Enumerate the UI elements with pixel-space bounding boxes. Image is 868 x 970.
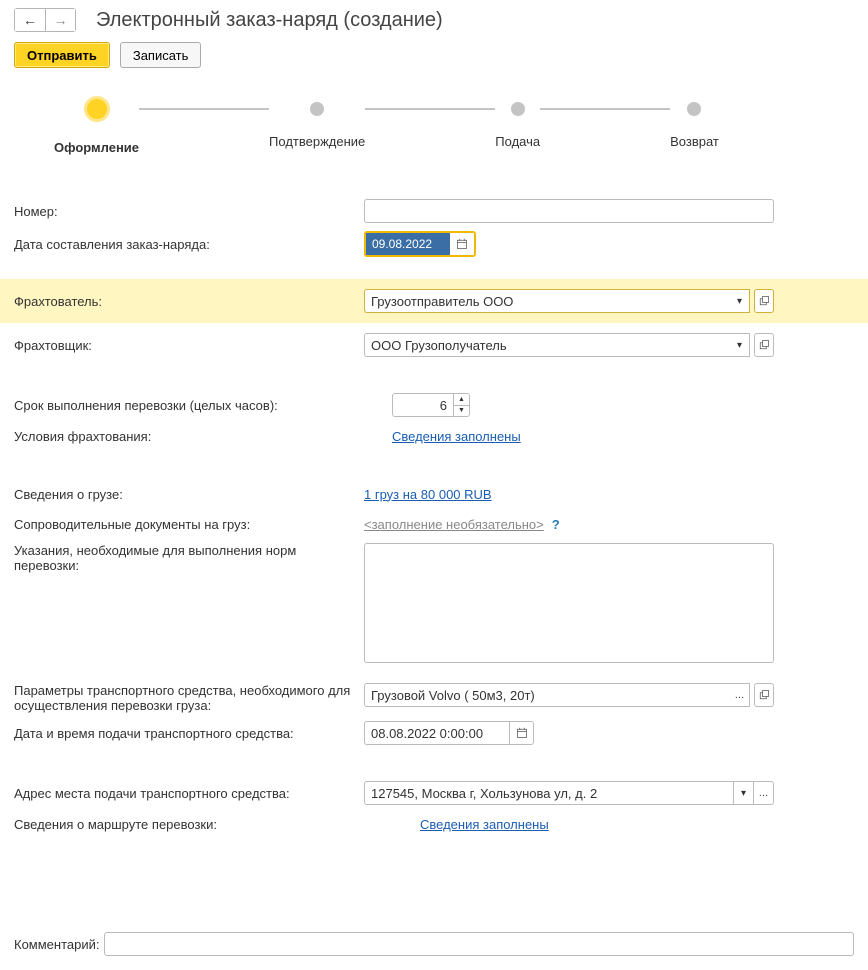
step-label: Оформление — [54, 140, 139, 155]
nav-back-button[interactable]: ← — [15, 9, 45, 31]
nav-history-buttons: ← → — [14, 8, 76, 32]
calendar-icon[interactable] — [509, 722, 533, 744]
comment-label: Комментарий: — [14, 937, 104, 952]
open-icon[interactable] — [754, 683, 774, 707]
step-confirmation: Подтверждение — [269, 102, 365, 149]
step-dot-icon — [511, 102, 525, 116]
carrier-input[interactable]: ООО Грузополучатель — [364, 333, 730, 357]
vehicle-input[interactable]: Грузовой Volvo ( 50м3, 20т) — [364, 683, 730, 707]
dropdown-icon[interactable]: ▾ — [730, 333, 750, 357]
step-label: Подтверждение — [269, 134, 365, 149]
instructions-textarea[interactable] — [364, 543, 774, 663]
step-line — [139, 108, 269, 110]
spinner-down-icon[interactable]: ▼ — [454, 405, 469, 417]
open-icon[interactable] — [754, 333, 774, 357]
nav-forward-button[interactable]: → — [45, 9, 75, 31]
conditions-link[interactable]: Сведения заполнены — [392, 429, 521, 444]
carrier-label: Фрахтовщик: — [14, 338, 364, 353]
supply-dt-label: Дата и время подачи транспортного средст… — [14, 726, 364, 741]
comment-input[interactable] — [104, 932, 854, 956]
date-label: Дата составления заказ-наряда: — [14, 237, 364, 252]
dropdown-icon[interactable]: ▾ — [730, 289, 750, 313]
spinner-up-icon[interactable]: ▲ — [454, 394, 469, 405]
step-dot-icon — [84, 96, 110, 122]
date-input-wrap: 09.08.2022 — [364, 231, 476, 257]
step-supply: Подача — [495, 102, 540, 149]
number-input[interactable] — [364, 199, 774, 223]
dropdown-icon[interactable]: ▾ — [734, 781, 754, 805]
step-dot-icon — [687, 102, 701, 116]
open-icon[interactable] — [754, 289, 774, 313]
step-line — [540, 108, 670, 110]
charterer-label: Фрахтователь: — [14, 294, 364, 309]
vehicle-label: Параметры транспортного средства, необхо… — [14, 683, 364, 713]
dots-icon[interactable]: … — [754, 781, 774, 805]
cargo-link[interactable]: 1 груз на 80 000 RUB — [364, 487, 492, 502]
route-link[interactable]: Сведения заполнены — [420, 817, 549, 832]
cargo-label: Сведения о грузе: — [14, 487, 364, 502]
step-dot-icon — [310, 102, 324, 116]
page-title: Электронный заказ-наряд (создание) — [96, 9, 443, 32]
send-button[interactable]: Отправить — [14, 42, 110, 68]
help-icon[interactable]: ? — [552, 517, 560, 532]
step-line — [365, 108, 495, 110]
carrier-combo: ООО Грузополучатель ▾ — [364, 333, 774, 357]
save-button[interactable]: Записать — [120, 42, 202, 68]
dots-icon[interactable]: … — [730, 683, 750, 707]
charterer-combo: Грузоотправитель ООО ▾ — [364, 289, 774, 313]
conditions-label: Условия фрахтования: — [14, 429, 364, 444]
vehicle-combo: Грузовой Volvo ( 50м3, 20т) … — [364, 683, 774, 707]
route-label: Сведения о маршруте перевозки: — [14, 817, 364, 832]
calendar-icon[interactable] — [450, 233, 474, 255]
docs-label: Сопроводительные документы на груз: — [14, 517, 364, 532]
address-combo: 127545, Москва г, Хользунова ул, д. 2 ▾ … — [364, 781, 774, 805]
supply-dt-input[interactable]: 08.08.2022 0:00:00 — [365, 722, 509, 744]
supply-dt-wrap: 08.08.2022 0:00:00 — [364, 721, 534, 745]
charterer-input[interactable]: Грузоотправитель ООО — [364, 289, 730, 313]
docs-placeholder-link[interactable]: <заполнение необязательно> — [364, 517, 544, 532]
step-label: Возврат — [670, 134, 719, 149]
step-label: Подача — [495, 134, 540, 149]
instructions-label: Указания, необходимые для выполнения нор… — [14, 543, 364, 573]
date-input[interactable]: 09.08.2022 — [366, 233, 450, 255]
duration-spinner: 6 ▲ ▼ — [392, 393, 470, 417]
progress-steps: Оформление Подтверждение Подача Возврат — [54, 96, 844, 155]
duration-label: Срок выполнения перевозки (целых часов): — [14, 398, 364, 413]
address-input[interactable]: 127545, Москва г, Хользунова ул, д. 2 — [364, 781, 734, 805]
duration-input[interactable]: 6 — [393, 394, 453, 416]
number-label: Номер: — [14, 204, 364, 219]
address-label: Адрес места подачи транспортного средств… — [14, 786, 364, 801]
step-return: Возврат — [670, 102, 719, 149]
step-formatting: Оформление — [54, 96, 139, 155]
